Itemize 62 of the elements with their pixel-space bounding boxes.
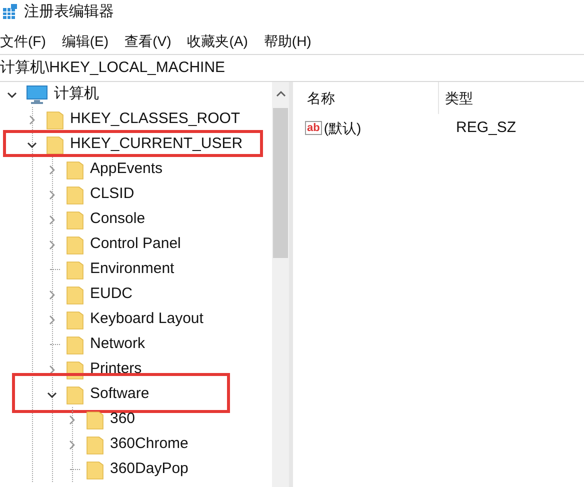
chevron-down-icon[interactable] <box>7 90 17 100</box>
scroll-up-icon[interactable] <box>276 90 286 98</box>
menu-item[interactable]: 帮助(H) <box>264 30 312 52</box>
scrollbar[interactable] <box>272 82 289 487</box>
tree-item-label[interactable]: Printers <box>90 358 142 381</box>
tree-item-label[interactable]: AppEvents <box>90 158 163 181</box>
folder-icon <box>66 334 84 354</box>
folder-icon <box>86 460 104 480</box>
menu-item[interactable]: 文件(F) <box>0 30 46 52</box>
folder-icon <box>66 284 84 304</box>
chevron-down-icon[interactable] <box>27 140 37 150</box>
chevron-right-icon[interactable] <box>47 240 57 250</box>
address-field[interactable]: 计算机\HKEY_LOCAL_MACHINE <box>0 56 226 80</box>
folder-icon <box>66 160 84 180</box>
chevron-right-icon[interactable] <box>47 314 57 324</box>
tree-item-label[interactable]: Console <box>90 208 146 231</box>
menu-item[interactable]: 收藏夹(A) <box>187 30 248 52</box>
menu-item[interactable]: 查看(V) <box>124 30 172 52</box>
computer-icon <box>26 84 48 104</box>
chevron-right-icon[interactable] <box>47 190 57 200</box>
chevron-right-icon[interactable] <box>67 414 77 424</box>
tree-item-label[interactable]: Control Panel <box>90 233 181 256</box>
column-header[interactable]: 类型 <box>439 88 473 108</box>
folder-icon <box>66 384 84 404</box>
column-header[interactable]: 名称 <box>293 82 439 114</box>
tree-item-label[interactable]: Environment <box>90 258 174 281</box>
menu-item[interactable]: 编辑(E) <box>62 30 109 52</box>
tree-item-label[interactable]: Software <box>90 383 150 406</box>
tree-item-label[interactable]: 计算机 <box>54 83 99 106</box>
chevron-right-icon[interactable] <box>47 364 57 374</box>
tree-item-label[interactable]: 360Chrome <box>110 433 188 456</box>
value-name[interactable]: (默认) <box>324 118 362 138</box>
tree-item-label[interactable]: 360 <box>110 408 136 431</box>
tree-item-label[interactable]: HKEY_CLASSES_ROOT <box>70 108 240 131</box>
folder-icon <box>46 110 64 130</box>
folder-icon <box>66 310 84 330</box>
chevron-down-icon[interactable] <box>47 390 57 400</box>
chevron-right-icon[interactable] <box>47 214 57 224</box>
chevron-right-icon[interactable] <box>47 164 57 174</box>
string-value-icon: ab <box>305 121 322 135</box>
tree-item-label[interactable]: HKEY_CURRENT_USER <box>70 133 243 156</box>
folder-icon <box>46 134 64 154</box>
value-type: REG_SZ <box>455 118 516 138</box>
scroll-thumb[interactable] <box>273 108 288 258</box>
tree-item-label[interactable]: EUDC <box>90 283 133 306</box>
tree-connector <box>50 344 60 345</box>
folder-icon <box>86 410 104 430</box>
window-title: 注册表编辑器 <box>24 2 114 22</box>
folder-icon <box>66 260 84 280</box>
tree-connector <box>50 269 60 270</box>
tree-connector <box>70 469 80 470</box>
tree-item-label[interactable]: Network <box>90 333 146 356</box>
folder-icon <box>66 210 84 230</box>
chevron-right-icon[interactable] <box>47 290 57 300</box>
chevron-right-icon[interactable] <box>27 114 37 124</box>
tree-item-label[interactable]: 360DayPop <box>110 458 188 481</box>
folder-icon <box>86 434 104 454</box>
folder-icon <box>66 234 84 254</box>
chevron-right-icon[interactable] <box>67 440 77 450</box>
tree-item-label[interactable]: CLSID <box>90 183 134 206</box>
tree-item-label[interactable]: Keyboard Layout <box>90 308 204 331</box>
folder-icon <box>66 184 84 204</box>
